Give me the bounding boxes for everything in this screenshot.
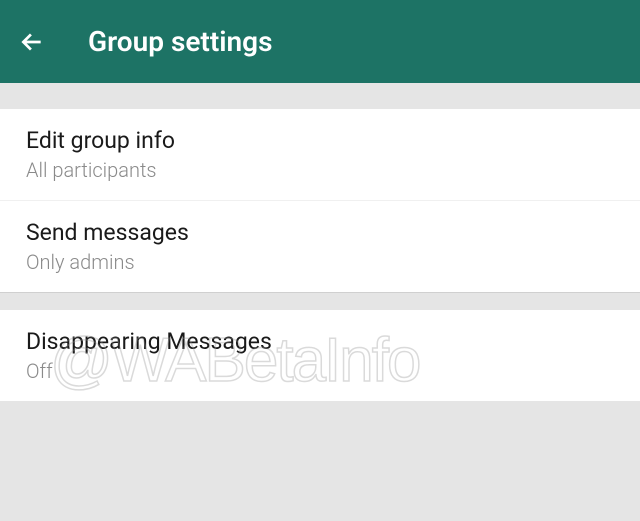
app-header: Group settings xyxy=(0,0,640,83)
settings-section-2: Disappearing Messages Off xyxy=(0,310,640,401)
back-arrow-icon[interactable] xyxy=(18,28,46,56)
setting-title: Send messages xyxy=(26,219,614,246)
setting-title: Edit group info xyxy=(26,127,614,154)
bottom-spacer xyxy=(0,401,640,521)
setting-value: All participants xyxy=(26,158,614,182)
setting-disappearing-messages[interactable]: Disappearing Messages Off xyxy=(0,310,640,401)
setting-edit-group-info[interactable]: Edit group info All participants xyxy=(0,109,640,201)
section-divider xyxy=(0,292,640,310)
setting-title: Disappearing Messages xyxy=(26,328,614,355)
setting-send-messages[interactable]: Send messages Only admins xyxy=(0,201,640,292)
page-title: Group settings xyxy=(88,25,272,58)
settings-section-1: Edit group info All participants Send me… xyxy=(0,109,640,292)
setting-value: Off xyxy=(26,359,614,383)
spacer xyxy=(0,83,640,109)
setting-value: Only admins xyxy=(26,250,614,274)
